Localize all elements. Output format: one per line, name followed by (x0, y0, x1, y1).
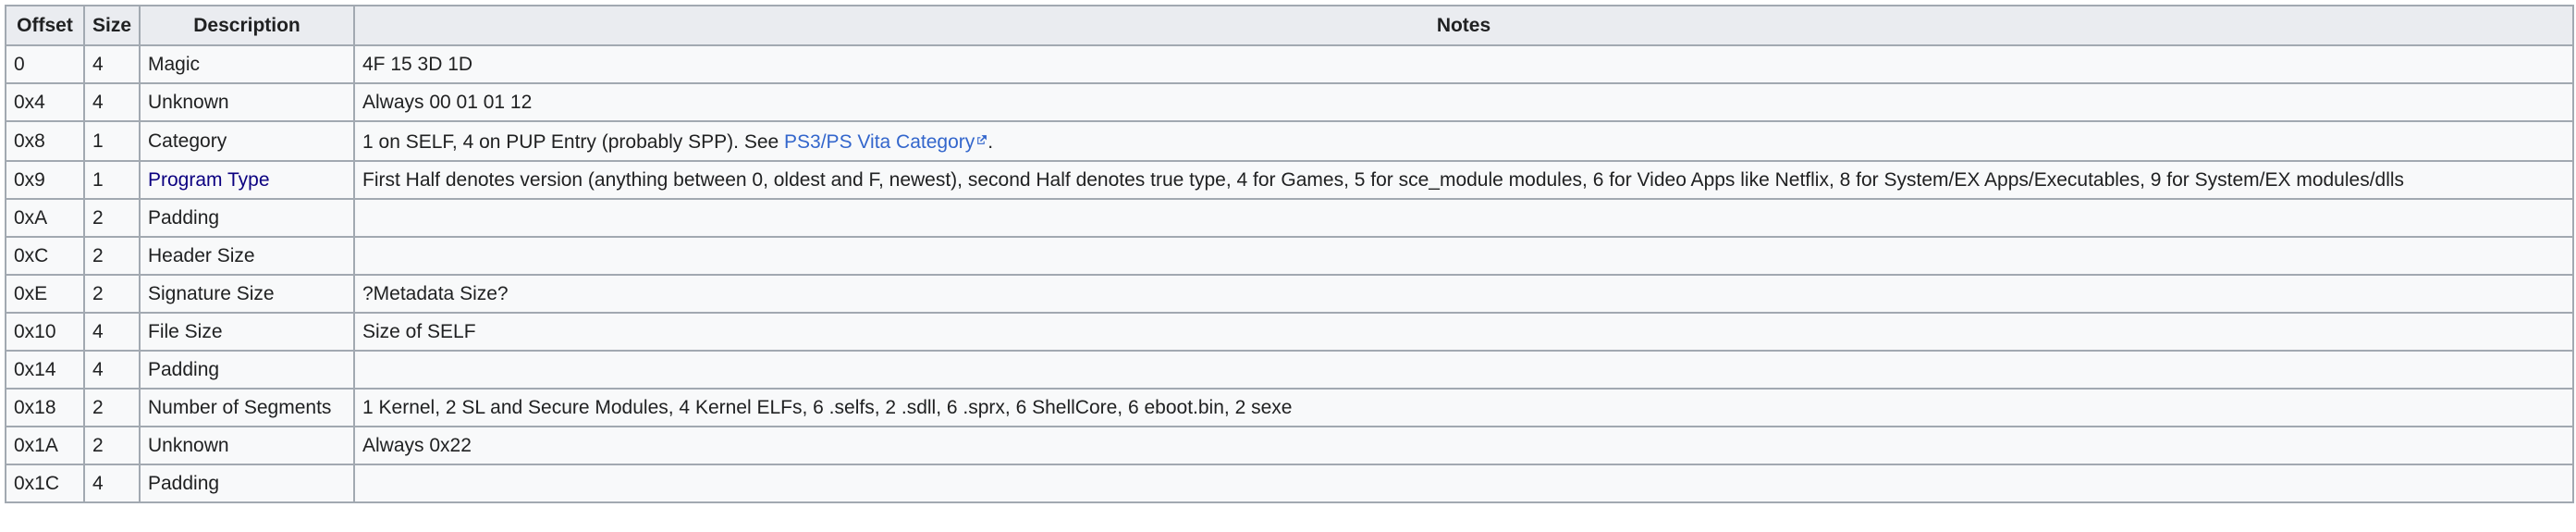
cell-size: 4 (83, 82, 141, 122)
cell-description: Category (139, 120, 355, 162)
table-row: 0x1A 2 Unknown Always 0x22 (5, 426, 2574, 465)
notes-text-prefix: 1 on SELF, 4 on PUP Entry (probably SPP)… (362, 131, 785, 153)
table-row: 0x18 2 Number of Segments 1 Kernel, 2 SL… (5, 388, 2574, 427)
cell-description: Header Size (139, 236, 355, 276)
table-row: 0xA 2 Padding (5, 198, 2574, 238)
cell-offset: 0x14 (5, 350, 85, 390)
cell-size: 4 (83, 44, 141, 84)
column-header-notes: Notes (353, 5, 2574, 46)
cell-description: Padding (139, 198, 355, 238)
segment-header-table: Offset Size Description Notes 0 4 Magic … (5, 5, 2574, 503)
cell-description: Signature Size (139, 274, 355, 314)
cell-description: Number of Segments (139, 388, 355, 427)
program-type-link[interactable]: Program Type (148, 169, 270, 191)
cell-size: 2 (83, 426, 141, 465)
cell-size: 4 (83, 350, 141, 390)
cell-offset: 0x1A (5, 426, 85, 465)
cell-offset: 0xC (5, 236, 85, 276)
external-link-icon (975, 123, 987, 158)
cell-size: 2 (83, 274, 141, 314)
cell-notes: Size of SELF (353, 312, 2574, 352)
cell-size: 2 (83, 388, 141, 427)
column-header-size: Size (83, 5, 141, 46)
table-header-row: Offset Size Description Notes (5, 5, 2574, 46)
cell-notes (353, 350, 2574, 390)
cell-size: 1 (83, 120, 141, 162)
cell-notes (353, 236, 2574, 276)
table-row: 0x9 1 Program Type First Half denotes ve… (5, 160, 2574, 200)
cell-size: 2 (83, 198, 141, 238)
cell-notes: ?Metadata Size? (353, 274, 2574, 314)
cell-offset: 0x9 (5, 160, 85, 200)
table-row: 0x4 4 Unknown Always 00 01 01 12 (5, 82, 2574, 122)
cell-description: Magic (139, 44, 355, 84)
cell-description: Unknown (139, 82, 355, 122)
cell-offset: 0x18 (5, 388, 85, 427)
cell-description: Padding (139, 464, 355, 503)
cell-notes: Always 00 01 01 12 (353, 82, 2574, 122)
table-row: 0x8 1 Category 1 on SELF, 4 on PUP Entry… (5, 120, 2574, 162)
table-row: 0x10 4 File Size Size of SELF (5, 312, 2574, 352)
cell-size: 4 (83, 464, 141, 503)
table-row: 0x14 4 Padding (5, 350, 2574, 390)
cell-offset: 0xE (5, 274, 85, 314)
cell-description: Program Type (139, 160, 355, 200)
column-header-offset: Offset (5, 5, 85, 46)
table-row: 0 4 Magic 4F 15 3D 1D (5, 44, 2574, 84)
table-row: 0xE 2 Signature Size ?Metadata Size? (5, 274, 2574, 314)
cell-offset: 0x8 (5, 120, 85, 162)
cell-description: Unknown (139, 426, 355, 465)
cell-offset: 0xA (5, 198, 85, 238)
cell-offset: 0x4 (5, 82, 85, 122)
cell-offset: 0 (5, 44, 85, 84)
category-link-text[interactable]: PS3/PS Vita Category (784, 131, 975, 153)
cell-description: File Size (139, 312, 355, 352)
column-header-description: Description (139, 5, 355, 46)
cell-notes: Always 0x22 (353, 426, 2574, 465)
cell-description: Padding (139, 350, 355, 390)
cell-notes: 1 on SELF, 4 on PUP Entry (probably SPP)… (353, 120, 2574, 162)
notes-text-suffix: . (987, 131, 994, 153)
cell-notes: 1 Kernel, 2 SL and Secure Modules, 4 Ker… (353, 388, 2574, 427)
cell-offset: 0x10 (5, 312, 85, 352)
cell-notes (353, 198, 2574, 238)
cell-size: 2 (83, 236, 141, 276)
table-row: 0xC 2 Header Size (5, 236, 2574, 276)
cell-size: 4 (83, 312, 141, 352)
table-row: 0x1C 4 Padding (5, 464, 2574, 503)
cell-offset: 0x1C (5, 464, 85, 503)
cell-notes (353, 464, 2574, 503)
cell-notes: 4F 15 3D 1D (353, 44, 2574, 84)
cell-size: 1 (83, 160, 141, 200)
cell-notes: First Half denotes version (anything bet… (353, 160, 2574, 200)
category-external-link[interactable]: PS3/PS Vita Category (784, 131, 987, 153)
